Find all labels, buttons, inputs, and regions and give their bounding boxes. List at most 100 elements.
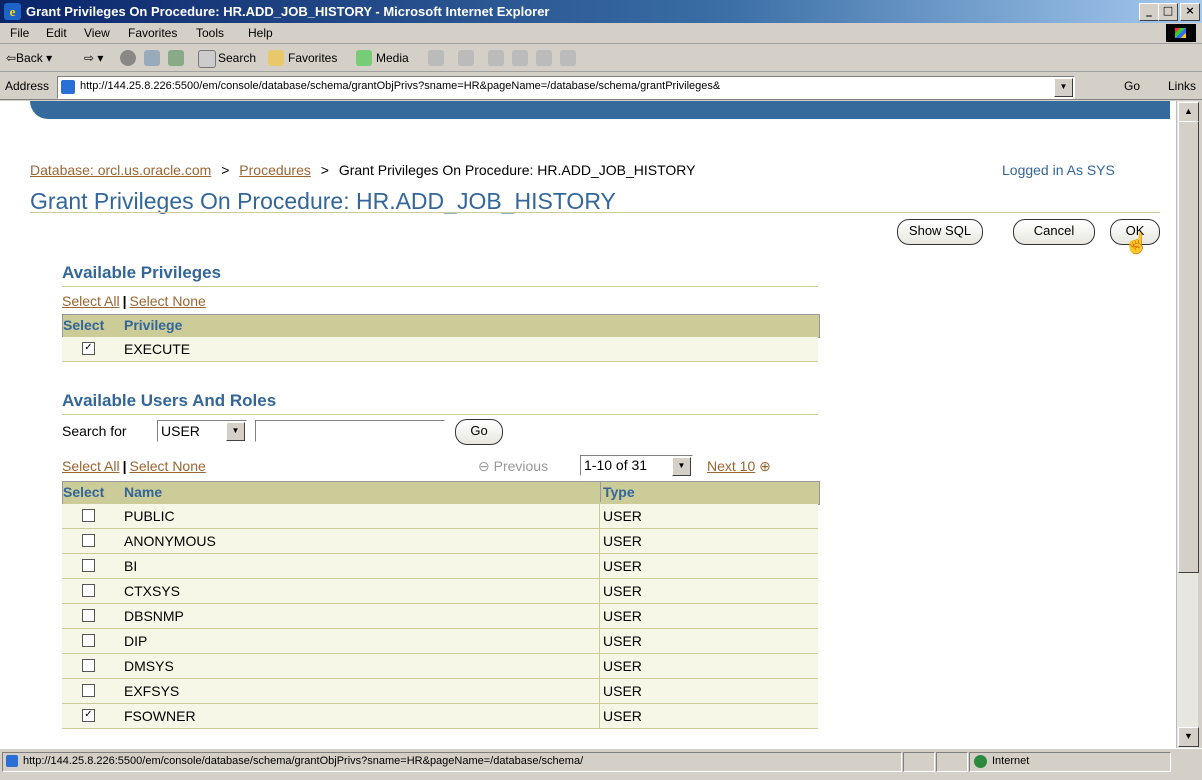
history-icon[interactable] (428, 50, 444, 66)
privilege-row: ✓ EXECUTE (62, 337, 818, 362)
minimize-button[interactable]: _ (1139, 3, 1159, 21)
search-type-select[interactable]: USER ▼ (157, 420, 247, 442)
messenger-icon[interactable] (560, 50, 576, 66)
row-name: PUBLIC (124, 508, 175, 524)
toolbar: ⇦Back ▾ ⇨ ▾ Search Favorites Media (0, 45, 1202, 72)
maximize-button[interactable]: □ (1158, 3, 1178, 21)
search-icon (198, 50, 216, 68)
cancel-button[interactable]: Cancel (1013, 219, 1095, 245)
address-input[interactable]: http://144.25.8.226:5500/em/console/data… (57, 76, 1075, 99)
select-arrow-icon[interactable]: ▼ (226, 422, 245, 441)
menu-file[interactable]: File (10, 26, 29, 40)
show-sql-button[interactable]: Show SQL (897, 219, 983, 245)
status-zone: Internet (992, 755, 1030, 767)
row-type: USER (603, 683, 642, 699)
row-name: DIP (124, 633, 148, 649)
row-type: USER (603, 633, 642, 649)
status-url-panel: http://144.25.8.226:5500/em/console/data… (2, 752, 902, 772)
globe-icon (974, 755, 987, 768)
breadcrumb-procedures[interactable]: Procedures (239, 162, 311, 178)
row-checkbox[interactable] (82, 659, 95, 672)
menu-tools[interactable]: Tools (196, 26, 224, 40)
print-icon[interactable] (488, 50, 504, 66)
title-bar: e Grant Privileges On Procedure: HR.ADD_… (0, 0, 1202, 23)
privileges-select-none[interactable]: Select None (130, 293, 206, 309)
row-checkbox[interactable] (82, 609, 95, 622)
row-type: USER (603, 583, 642, 599)
page-banner (30, 101, 1170, 119)
table-row: CTXSYS USER (62, 579, 818, 604)
forward-button[interactable]: ⇨ ▾ (84, 51, 103, 65)
address-bar: Address http://144.25.8.226:5500/em/cons… (0, 73, 1202, 100)
menu-view[interactable]: View (84, 26, 110, 40)
address-dropdown-arrow[interactable]: ▼ (1054, 78, 1073, 97)
col-name: Name (124, 484, 163, 500)
menu-edit[interactable]: Edit (46, 26, 67, 40)
privilege-name: EXECUTE (124, 341, 191, 357)
table-row: ANONYMOUS USER (62, 529, 818, 554)
vertical-scrollbar[interactable]: ▲ ▼ (1176, 101, 1199, 748)
row-type: USER (603, 533, 642, 549)
privileges-select-all[interactable]: Select All (62, 293, 120, 309)
row-checkbox[interactable] (82, 634, 95, 647)
menu-help[interactable]: Help (248, 26, 273, 40)
row-checkbox[interactable] (82, 559, 95, 572)
status-zone-panel: Internet (969, 752, 1171, 772)
scroll-up-button[interactable]: ▲ (1178, 102, 1199, 122)
breadcrumb-database[interactable]: Database: orcl.us.oracle.com (30, 162, 211, 178)
row-name: CTXSYS (124, 583, 181, 599)
select-arrow-icon[interactable]: ▼ (672, 457, 691, 476)
privilege-checkbox[interactable]: ✓ (82, 342, 95, 355)
previous-icon: ⊖ (478, 458, 490, 474)
search-for-label: Search for (62, 423, 127, 439)
address-label: Address (5, 79, 50, 93)
users-select-none[interactable]: Select None (130, 458, 206, 474)
scroll-thumb[interactable] (1178, 121, 1199, 573)
table-row: BI USER (62, 554, 818, 579)
address-url: http://144.25.8.226:5500/em/console/data… (80, 80, 721, 92)
next-link[interactable]: Next 10 (707, 458, 755, 474)
table-row: DBSNMP USER (62, 604, 818, 629)
row-type: USER (603, 508, 642, 524)
breadcrumb-current: Grant Privileges On Procedure: HR.ADD_JO… (338, 162, 696, 178)
row-checkbox[interactable] (82, 509, 95, 522)
edit-icon[interactable] (512, 50, 528, 66)
privileges-section-title: Available Privileges (62, 263, 222, 282)
discuss-icon[interactable] (536, 50, 552, 66)
home-icon[interactable] (168, 50, 184, 66)
row-name: BI (124, 558, 138, 574)
row-checkbox[interactable] (82, 584, 95, 597)
logged-in-label: Logged in As SYS (1002, 162, 1115, 178)
search-go-button[interactable]: Go (455, 419, 503, 445)
refresh-icon[interactable] (144, 50, 160, 66)
col-select: Select (63, 484, 105, 500)
range-select[interactable]: 1-10 of 31 ▼ (580, 455, 693, 476)
search-input[interactable] (255, 420, 445, 442)
next-icon[interactable]: ⊕ (759, 458, 771, 474)
close-button[interactable]: × (1180, 3, 1200, 21)
mail-icon[interactable] (458, 50, 474, 66)
row-type: USER (603, 558, 642, 574)
users-section-title: Available Users And Roles (62, 391, 277, 410)
row-name: DBSNMP (124, 608, 184, 624)
links-button[interactable]: Links (1168, 79, 1196, 93)
search-button[interactable]: Search (218, 51, 256, 65)
favorites-icon (268, 50, 284, 66)
privileges-table-header: Select Privilege (62, 314, 820, 338)
row-checkbox[interactable] (82, 534, 95, 547)
scroll-down-button[interactable]: ▼ (1178, 727, 1199, 747)
stop-icon[interactable] (120, 50, 136, 66)
menu-favorites[interactable]: Favorites (128, 26, 177, 40)
users-select-all[interactable]: Select All (62, 458, 120, 474)
media-button[interactable]: Media (376, 51, 409, 65)
row-name: ANONYMOUS (124, 533, 216, 549)
status-bar: http://144.25.8.226:5500/em/console/data… (0, 748, 1202, 780)
row-checkbox[interactable] (82, 684, 95, 697)
table-row: DIP USER (62, 629, 818, 654)
row-name: FSOWNER (124, 708, 196, 724)
table-row: ✓ FSOWNER USER (62, 704, 818, 729)
back-button[interactable]: ⇦Back ▾ (6, 51, 52, 65)
go-button[interactable]: Go (1124, 79, 1140, 93)
row-checkbox[interactable]: ✓ (82, 709, 95, 722)
favorites-button[interactable]: Favorites (288, 51, 337, 65)
